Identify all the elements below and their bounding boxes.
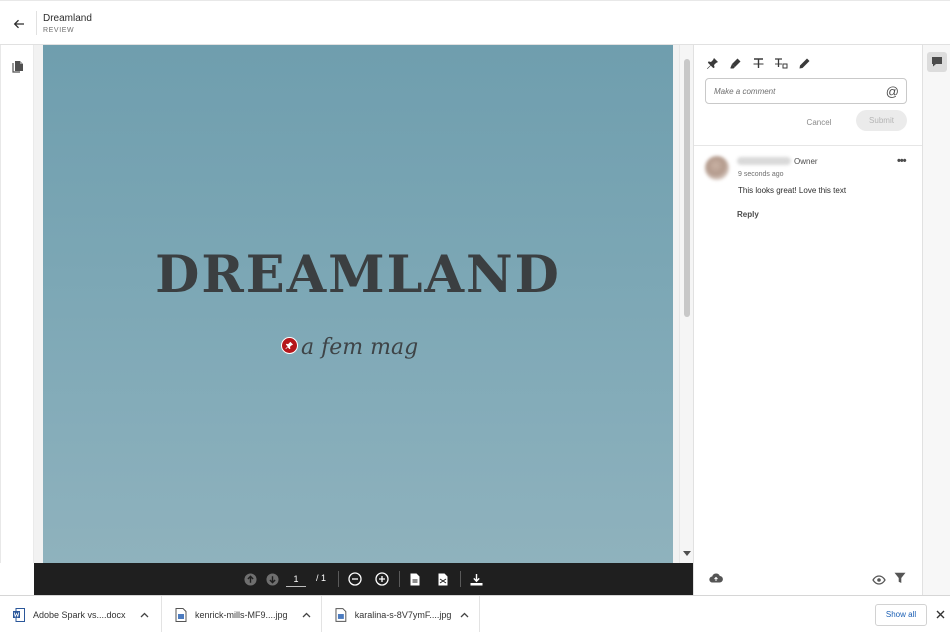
- pin-icon: [285, 341, 294, 350]
- avatar: [705, 156, 729, 180]
- page-heading: DREAMLAND: [155, 245, 561, 305]
- arrow-left-icon: [13, 19, 24, 29]
- highlight-tool-button[interactable]: [727, 55, 743, 71]
- zoom-in-button[interactable]: [374, 571, 390, 587]
- right-rail: [922, 45, 950, 595]
- document-page[interactable]: DREAMLAND a fem mag: [43, 45, 673, 563]
- toolbar-separator: [338, 571, 339, 587]
- cloud-upload-icon: [709, 573, 723, 583]
- submit-button[interactable]: Submit: [856, 110, 907, 131]
- close-icon: [936, 610, 944, 618]
- publish-button[interactable]: [709, 571, 723, 583]
- fit-width-button[interactable]: [435, 571, 451, 587]
- highlighter-icon: [730, 58, 740, 68]
- draw-tool-button[interactable]: [796, 55, 812, 71]
- fit-page-button[interactable]: [407, 571, 423, 587]
- download-item[interactable]: kenrick-mills-MF9....jpg: [162, 596, 322, 632]
- comment-box: @: [705, 78, 907, 104]
- previous-page-button[interactable]: [242, 571, 258, 587]
- fit-page-icon: [410, 573, 420, 585]
- back-button[interactable]: [8, 13, 30, 35]
- download-item[interactable]: karalina-s-8V7ymF....jpg: [322, 596, 480, 632]
- zoom-out-button[interactable]: [347, 571, 363, 587]
- pin-tool-button[interactable]: [704, 55, 720, 71]
- chevron-up-icon: [460, 612, 469, 617]
- download-options-button[interactable]: [459, 610, 469, 620]
- page-number-input[interactable]: [286, 571, 306, 587]
- zoom-out-icon: [348, 572, 362, 586]
- document-subtitle: REVIEW: [43, 27, 75, 34]
- download-file-name: karalina-s-8V7ymF....jpg: [354, 609, 452, 620]
- download-item[interactable]: Adobe Spark vs....docx: [0, 596, 162, 632]
- comment-pin-marker[interactable]: [281, 337, 298, 354]
- pin-icon: [706, 57, 718, 69]
- download-options-button[interactable]: [139, 610, 149, 620]
- eye-icon: [872, 575, 886, 585]
- vertical-scrollbar[interactable]: [679, 45, 693, 563]
- image-file-icon: [335, 607, 347, 622]
- document-pages-icon: [12, 61, 23, 73]
- scrollbar-thumb[interactable]: [684, 59, 690, 317]
- download-button[interactable]: [468, 571, 484, 587]
- toolbar-separator: [399, 571, 400, 587]
- comment-text: This looks great! Love this text: [738, 186, 847, 195]
- word-document-icon: [13, 607, 25, 622]
- comments-toggle-button[interactable]: [927, 52, 947, 72]
- toolbar-separator: [460, 571, 461, 587]
- replace-text-tool-button[interactable]: [773, 55, 789, 71]
- cancel-button[interactable]: Cancel: [799, 115, 839, 131]
- image-file-icon: [175, 607, 187, 622]
- scroll-down-arrow[interactable]: [683, 551, 691, 556]
- app-header: Dreamland REVIEW: [0, 0, 950, 45]
- download-file-name: kenrick-mills-MF9....jpg: [195, 609, 288, 620]
- panel-divider: [694, 145, 923, 146]
- next-page-button[interactable]: [264, 571, 280, 587]
- close-downloads-button[interactable]: [934, 608, 946, 620]
- chevron-up-icon: [302, 612, 310, 617]
- text-replace-icon: [775, 57, 788, 68]
- page-total: / 1: [316, 573, 327, 583]
- text-strikethrough-icon: [753, 57, 763, 68]
- document-pages-button[interactable]: [11, 59, 25, 73]
- viewer-toolbar: / 1: [34, 563, 693, 595]
- comments-panel: @ Cancel Submit Owner ••• 9 seconds ago …: [693, 45, 923, 595]
- author-role: Owner: [794, 157, 818, 166]
- header-divider: [36, 11, 37, 35]
- download-icon: [470, 573, 482, 585]
- filter-button[interactable]: [894, 571, 906, 583]
- arrow-down-circle-icon: [265, 572, 279, 586]
- reply-button[interactable]: Reply: [737, 210, 759, 219]
- downloads-bar: Adobe Spark vs....docx kenrick-mills-MF9…: [0, 595, 950, 632]
- page-tagline: a fem mag: [301, 335, 419, 360]
- zoom-in-icon: [375, 572, 389, 586]
- document-title: Dreamland: [43, 13, 92, 24]
- document-viewer: DREAMLAND a fem mag: [34, 45, 693, 563]
- speech-bubble-icon: [932, 57, 942, 67]
- comment-input[interactable]: [714, 83, 882, 100]
- comment-timestamp: 9 seconds ago: [738, 171, 784, 178]
- visibility-button[interactable]: [872, 572, 886, 585]
- strikethrough-tool-button[interactable]: [750, 55, 766, 71]
- filter-icon: [894, 572, 906, 583]
- show-all-downloads-button[interactable]: Show all: [875, 604, 927, 626]
- author-name-redacted: [737, 157, 791, 165]
- left-rail: [0, 45, 34, 563]
- comment-more-options-button[interactable]: •••: [897, 155, 907, 167]
- mention-button[interactable]: @: [886, 84, 899, 99]
- download-file-name: Adobe Spark vs....docx: [33, 609, 126, 620]
- arrow-up-circle-icon: [243, 572, 257, 586]
- fit-width-icon: [438, 573, 448, 585]
- download-options-button[interactable]: [301, 610, 311, 620]
- chevron-up-icon: [140, 612, 148, 617]
- annotation-toolbar: [704, 55, 812, 71]
- pencil-icon: [799, 58, 809, 68]
